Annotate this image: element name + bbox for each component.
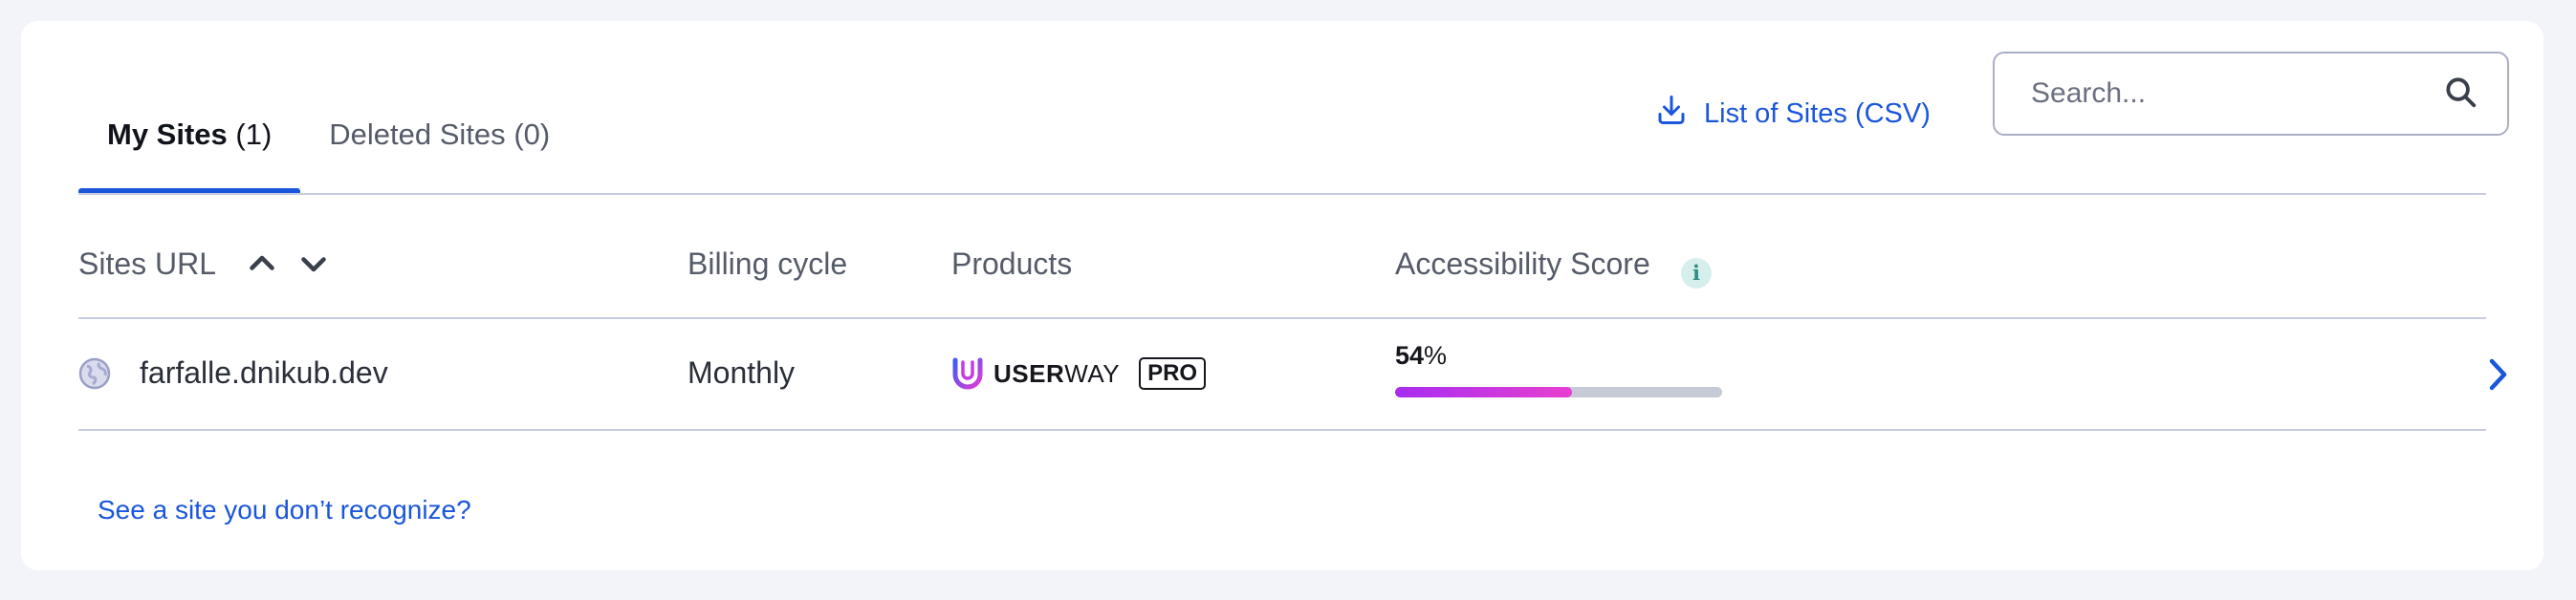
tab-count: (0) bbox=[513, 118, 551, 151]
tab-divider bbox=[78, 193, 2486, 195]
tab-label: Deleted Sites bbox=[329, 118, 506, 151]
tab-deleted-sites[interactable]: Deleted Sites (0) bbox=[300, 92, 579, 195]
header-divider bbox=[78, 317, 2486, 319]
download-csv-label: List of Sites (CSV) bbox=[1704, 97, 1931, 129]
download-icon bbox=[1654, 93, 1689, 135]
tab-label: My Sites bbox=[107, 118, 228, 151]
search-box bbox=[1993, 52, 2509, 136]
tab-bar: My Sites (1) Deleted Sites (0) bbox=[78, 92, 579, 195]
search-icon[interactable] bbox=[2442, 74, 2478, 115]
download-csv-link[interactable]: List of Sites (CSV) bbox=[1654, 90, 1931, 138]
column-header-accessibility-score: Accessibility Score bbox=[1395, 246, 1650, 281]
info-icon[interactable]: i bbox=[1681, 258, 1712, 289]
column-header-products: Products bbox=[951, 246, 1073, 281]
row-divider bbox=[78, 429, 2486, 431]
tab-count: (1) bbox=[235, 118, 273, 151]
globe-icon bbox=[78, 357, 111, 390]
sort-ascending-icon[interactable] bbox=[245, 246, 279, 281]
billing-cycle-value: Monthly bbox=[688, 355, 796, 390]
sort-controls bbox=[245, 237, 331, 290]
chevron-right-icon[interactable] bbox=[2482, 355, 2511, 394]
userway-wordmark: USERWAY bbox=[993, 358, 1121, 388]
accessibility-score-fill bbox=[1395, 387, 1572, 397]
site-url[interactable]: farfalle.dnikub.dev bbox=[140, 352, 388, 394]
tab-my-sites[interactable]: My Sites (1) bbox=[78, 92, 301, 195]
unrecognized-site-link[interactable]: See a site you don’t recognize? bbox=[98, 491, 471, 529]
column-header-billing-cycle: Billing cycle bbox=[688, 246, 848, 281]
userway-logo-icon bbox=[951, 356, 984, 391]
accessibility-score-value: 54% bbox=[1395, 341, 1448, 370]
search-input[interactable] bbox=[2031, 77, 2442, 110]
sort-descending-icon[interactable] bbox=[296, 246, 331, 281]
product-userway-pro: USERWAY PRO bbox=[951, 355, 1207, 392]
column-header-sites-url[interactable]: Sites URL bbox=[78, 237, 216, 290]
pro-badge: PRO bbox=[1139, 357, 1207, 390]
accessibility-score-bar bbox=[1395, 387, 1722, 397]
sites-card: My Sites (1) Deleted Sites (0) List of S… bbox=[21, 21, 2543, 570]
